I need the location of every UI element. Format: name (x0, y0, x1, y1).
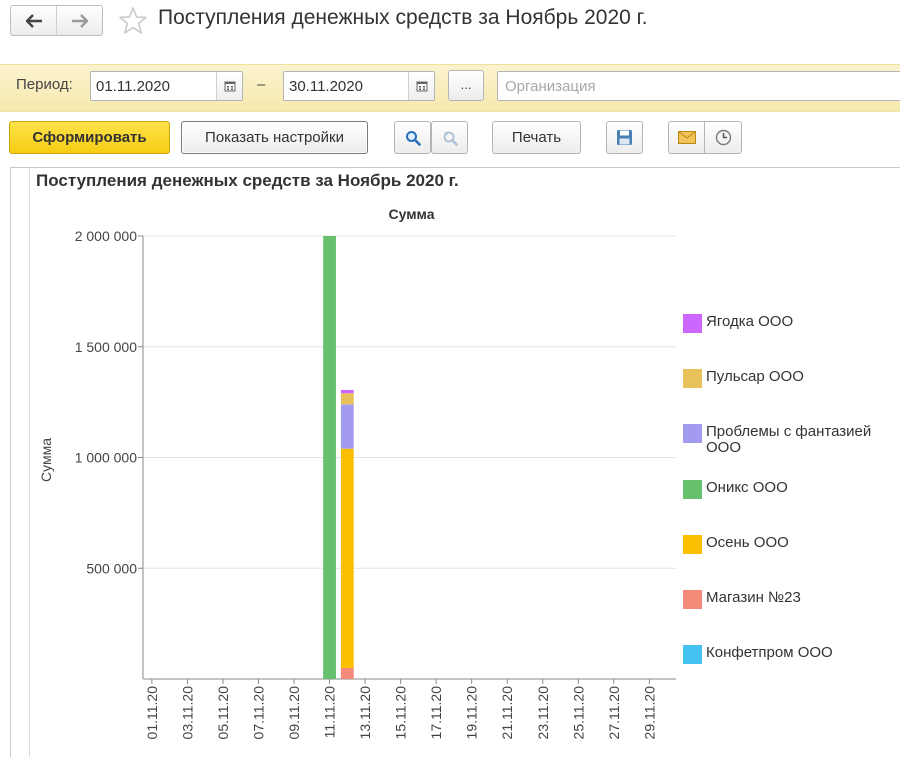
legend-item: Пульсар ООО (683, 369, 896, 388)
legend-label: Конфетпром ООО (706, 644, 833, 661)
legend-label: Оникс ООО (706, 479, 788, 496)
bar-segment (340, 448, 354, 668)
send-mail-button[interactable] (668, 121, 705, 154)
y-tick-label: 500 000 (86, 560, 137, 576)
x-tick-label: 21.11.20 (499, 686, 515, 740)
date-from-calendar-button[interactable] (216, 72, 242, 100)
x-tick-label: 29.11.20 (641, 686, 657, 740)
date-to-value: 30.11.2020 (289, 78, 363, 95)
search-refresh-button[interactable] (431, 121, 468, 154)
legend-item: Магазин №23 (683, 590, 896, 609)
search-refresh-icon (443, 131, 458, 146)
x-tick-label: 27.11.20 (606, 686, 622, 740)
favorite-star-button[interactable] (118, 6, 148, 41)
mail-icon (677, 131, 696, 144)
search-button[interactable] (394, 121, 431, 154)
chart-title: Сумма (388, 206, 434, 222)
y-tick-label: 1 000 000 (75, 450, 137, 466)
y-tick-label: 2 000 000 (75, 228, 137, 244)
legend-swatch (683, 369, 702, 388)
x-tick-label: 11.11.20 (322, 686, 338, 739)
organization-field[interactable]: Организация (497, 71, 900, 101)
forward-button[interactable] (56, 6, 102, 35)
x-tick-label: 13.11.20 (357, 686, 373, 740)
legend-label: Осень ООО (706, 534, 789, 551)
date-to-calendar-button[interactable] (408, 72, 434, 100)
schedule-button[interactable] (704, 121, 742, 154)
chart: Сумма Сумма 2 000 000 1 500 000 1 000 000 500… (38, 206, 676, 740)
x-tick-label: 17.11.20 (428, 686, 444, 740)
x-tick-label: 05.11.20 (215, 686, 231, 740)
report-frame-top (10, 167, 900, 168)
organization-placeholder: Организация (505, 78, 596, 95)
legend-item: Конфетпром ООО (683, 645, 896, 664)
legend-label: Ягодка ООО (706, 313, 794, 330)
bar-segment (323, 236, 336, 679)
legend-label: Магазин №23 (706, 589, 801, 606)
legend-swatch (683, 424, 702, 443)
x-tick-label: 03.11.20 (179, 686, 195, 740)
x-tick-label: 07.11.20 (250, 686, 266, 740)
legend-item: Ягодка ООО (683, 314, 896, 333)
bar-segment (340, 667, 354, 679)
legend-swatch (683, 314, 702, 333)
bar-segment (340, 389, 354, 394)
x-tick-label: 19.11.20 (464, 686, 480, 740)
save-button[interactable] (606, 121, 643, 154)
search-icon (405, 130, 421, 146)
legend-item: Проблемы с фантазией ООО (683, 424, 896, 456)
calendar-icon (416, 81, 427, 92)
date-separator: – (257, 76, 266, 93)
navigation-buttons (10, 5, 103, 36)
window-title: Поступления денежных средств за Ноябрь 2… (158, 6, 648, 29)
back-button[interactable] (11, 6, 56, 35)
date-from-field[interactable]: 01.11.2020 (90, 71, 243, 101)
y-axis-label: Сумма (38, 438, 54, 482)
legend-label: Пульсар ООО (706, 368, 804, 385)
date-to-field[interactable]: 30.11.2020 (283, 71, 435, 101)
clock-icon (715, 129, 731, 146)
x-tick-label: 23.11.20 (535, 686, 551, 740)
forward-arrow-icon (71, 13, 88, 28)
calendar-icon (224, 81, 235, 92)
show-settings-button[interactable]: Показать настройки (181, 121, 368, 154)
x-tick-label: 09.11.20 (286, 686, 302, 740)
save-icon (617, 130, 632, 145)
star-icon (119, 7, 147, 34)
bar-segment (340, 393, 354, 405)
back-arrow-icon (25, 13, 42, 28)
legend-swatch (683, 480, 702, 499)
x-tick-label: 01.11.20 (144, 686, 160, 740)
legend-item: Осень ООО (683, 535, 896, 554)
date-from-value: 01.11.2020 (96, 78, 170, 95)
x-tick-label: 15.11.20 (393, 686, 409, 740)
legend-item: Оникс ООО (683, 480, 896, 499)
report-frame-left (10, 167, 11, 757)
generate-button[interactable]: Сформировать (9, 121, 170, 154)
select-period-button[interactable]: ... (448, 70, 484, 101)
report-title: Поступления денежных средств за Ноябрь 2… (36, 171, 459, 190)
bar-segment (340, 404, 354, 449)
legend-swatch (683, 645, 702, 664)
print-button[interactable]: Печать (492, 121, 581, 154)
x-tick-label: 25.11.20 (570, 686, 586, 740)
legend-label: Проблемы с фантазией ООО (706, 423, 872, 456)
y-tick-label: 1 500 000 (75, 339, 137, 355)
legend-swatch (683, 590, 702, 609)
period-label: Период: (16, 76, 73, 93)
legend-swatch (683, 535, 702, 554)
